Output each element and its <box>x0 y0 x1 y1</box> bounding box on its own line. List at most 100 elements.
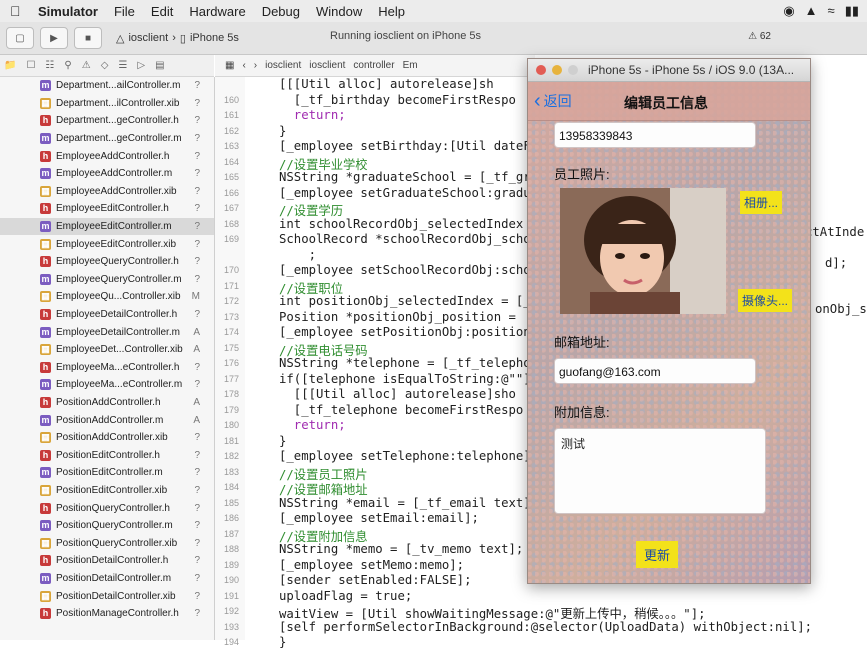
email-field[interactable]: guofang@163.com <box>554 358 756 384</box>
chat-icon[interactable]: ◉ <box>783 3 794 19</box>
file-list-item[interactable]: ▦ PositionEditController.xib? <box>0 482 214 500</box>
file-list-item[interactable]: ▦ PositionDetailController.xib? <box>0 587 214 605</box>
zoom-button[interactable] <box>568 65 578 75</box>
file-list-item[interactable]: ▦ EmployeeQu...Controller.xib M <box>0 288 214 306</box>
file-list-item[interactable]: h PositionQueryController.h? <box>0 499 214 517</box>
file-list-item[interactable]: h EmployeeQueryController.h? <box>0 253 214 271</box>
file-list-item[interactable]: m EmployeeMa...eController.m? <box>0 376 214 394</box>
apple-icon[interactable]:  <box>10 4 24 18</box>
file-list-item[interactable]: m Department...geController.m? <box>0 130 214 148</box>
header-file-icon: h <box>40 555 51 567</box>
file-list-item[interactable]: h EmployeeAddController.h? <box>0 147 214 165</box>
minimize-button[interactable] <box>552 65 562 75</box>
folder-icon[interactable]: 📁 <box>4 60 16 71</box>
line-number: 181 <box>223 435 239 446</box>
file-name: PositionManageController.h <box>56 608 179 620</box>
menu-help[interactable]: Help <box>378 4 405 19</box>
menu-app-name[interactable]: Simulator <box>38 4 98 19</box>
file-list-item[interactable]: m EmployeeAddController.m? <box>0 165 214 183</box>
header-file-icon: h <box>40 361 51 373</box>
xib-file-icon: ▦ <box>40 185 51 197</box>
penguin-icon[interactable]: ▲ <box>805 3 818 19</box>
file-list-item[interactable]: m Department...ailController.m? <box>0 77 214 95</box>
menu-debug[interactable]: Debug <box>262 4 300 19</box>
jump-item[interactable]: iosclient <box>309 60 345 71</box>
jump-item[interactable]: Em <box>403 60 418 71</box>
file-list-item[interactable]: h PositionAddController.h A <box>0 394 214 412</box>
close-button[interactable] <box>536 65 546 75</box>
grid-icon[interactable]: ▦ <box>225 60 234 71</box>
file-list-item[interactable]: m PositionDetailController.m? <box>0 570 214 588</box>
warning-badge[interactable]: ⚠ 62 <box>748 31 771 42</box>
file-list-item[interactable]: h EmployeeDetailController.h? <box>0 306 214 324</box>
file-status: ? <box>194 608 200 620</box>
employee-photo <box>560 188 726 314</box>
code-text: if([telephone isEqualToString:@""] <box>279 371 531 386</box>
test-icon[interactable]: ◇ <box>101 60 109 71</box>
file-list-item[interactable]: h PositionEditController.h? <box>0 446 214 464</box>
memo-textarea[interactable]: 测试 <box>554 428 766 514</box>
header-file-icon: h <box>40 449 51 461</box>
file-list-item[interactable]: ▦ PositionAddController.xib? <box>0 429 214 447</box>
breakpoint-icon[interactable]: ▷ <box>137 60 145 71</box>
search-icon[interactable]: ⚲ <box>64 60 71 71</box>
file-status: ? <box>194 484 200 496</box>
menu-edit[interactable]: Edit <box>151 4 173 19</box>
file-list-item[interactable]: h Department...geController.h? <box>0 112 214 130</box>
file-list-item[interactable]: ▦ EmployeeDet...Controller.xib A <box>0 341 214 359</box>
phone-field[interactable]: 13958339843 <box>554 122 756 148</box>
run-button[interactable]: ▶ <box>40 27 68 49</box>
menu-hardware[interactable]: Hardware <box>189 4 245 19</box>
file-list-item[interactable]: h PositionDetailController.h? <box>0 552 214 570</box>
jump-item[interactable]: iosclient <box>265 60 301 71</box>
file-list-item[interactable]: h PositionManageController.h? <box>0 605 214 623</box>
file-list-item[interactable]: h EmployeeEditController.h? <box>0 200 214 218</box>
update-button[interactable]: 更新 <box>636 541 679 568</box>
file-list-item[interactable]: ▦ EmployeeAddController.xib? <box>0 183 214 201</box>
wifi-icon[interactable]: ≈ <box>828 3 835 19</box>
file-name: EmployeeDet...Controller.xib <box>56 344 183 356</box>
code-text: Position *positionObj_position = <box>279 309 524 324</box>
file-status: ? <box>194 221 200 233</box>
code-text: NSString *telephone = [_tf_telepho <box>279 356 531 370</box>
album-button[interactable]: 相册... <box>740 191 783 214</box>
code-text: [_tf_birthday becomeFirstRespo <box>279 92 516 107</box>
line-number: 172 <box>223 296 239 306</box>
file-list-item[interactable]: ▦ Department...ilController.xib? <box>0 95 214 113</box>
debug-icon[interactable]: ☰ <box>118 60 127 71</box>
file-list-item[interactable]: m EmployeeDetailController.m A <box>0 323 214 341</box>
file-list-item[interactable]: ▦ PositionQueryController.xib? <box>0 534 214 552</box>
file-list-item[interactable]: m PositionQueryController.m? <box>0 517 214 535</box>
file-status: ? <box>194 168 200 180</box>
file-list-item[interactable]: m EmployeeQueryController.m? <box>0 271 214 289</box>
file-list-item[interactable]: h EmployeeMa...eController.h? <box>0 359 214 377</box>
issue-icon[interactable]: ⚠ <box>82 60 91 71</box>
line-number: 183 <box>223 466 239 477</box>
line-number: 174 <box>223 327 239 337</box>
activity-status: Running iosclient on iPhone 5s <box>330 30 482 42</box>
battery-icon[interactable]: ▮▮ <box>845 3 859 19</box>
line-number: 163 <box>223 141 239 151</box>
menu-file[interactable]: File <box>114 4 135 19</box>
file-name: PositionQueryController.h <box>56 502 170 514</box>
header-file-icon: h <box>40 502 51 514</box>
menu-window[interactable]: Window <box>316 4 362 19</box>
back-button[interactable]: ‹ 返回 <box>534 91 572 111</box>
forward-icon[interactable]: › <box>254 60 257 71</box>
xib-file-icon: ▦ <box>40 590 51 602</box>
file-list-item[interactable]: m PositionEditController.m? <box>0 464 214 482</box>
file-list-item[interactable]: m EmployeeEditController.m? <box>0 217 214 236</box>
report-icon[interactable]: ▤ <box>155 60 164 71</box>
hierarchy-icon[interactable]: ☷ <box>45 60 54 71</box>
scheme-selector[interactable]: △ iosclient › ▯ iPhone 5s <box>116 32 239 45</box>
file-list-item[interactable]: ▦ EmployeeEditController.xib? <box>0 235 214 253</box>
source-control-icon[interactable]: ☐ <box>26 60 35 71</box>
line-number: 178 <box>223 389 239 399</box>
camera-button[interactable]: 摄像头... <box>738 289 793 312</box>
device-icon: ▯ <box>179 32 186 45</box>
file-list-item[interactable]: m PositionAddController.m A <box>0 411 214 429</box>
sidebar-toggle-button[interactable]: ▢ <box>6 27 34 49</box>
stop-button[interactable]: ■ <box>74 27 102 49</box>
jump-item[interactable]: controller <box>353 60 394 71</box>
back-icon[interactable]: ‹ <box>242 60 245 71</box>
